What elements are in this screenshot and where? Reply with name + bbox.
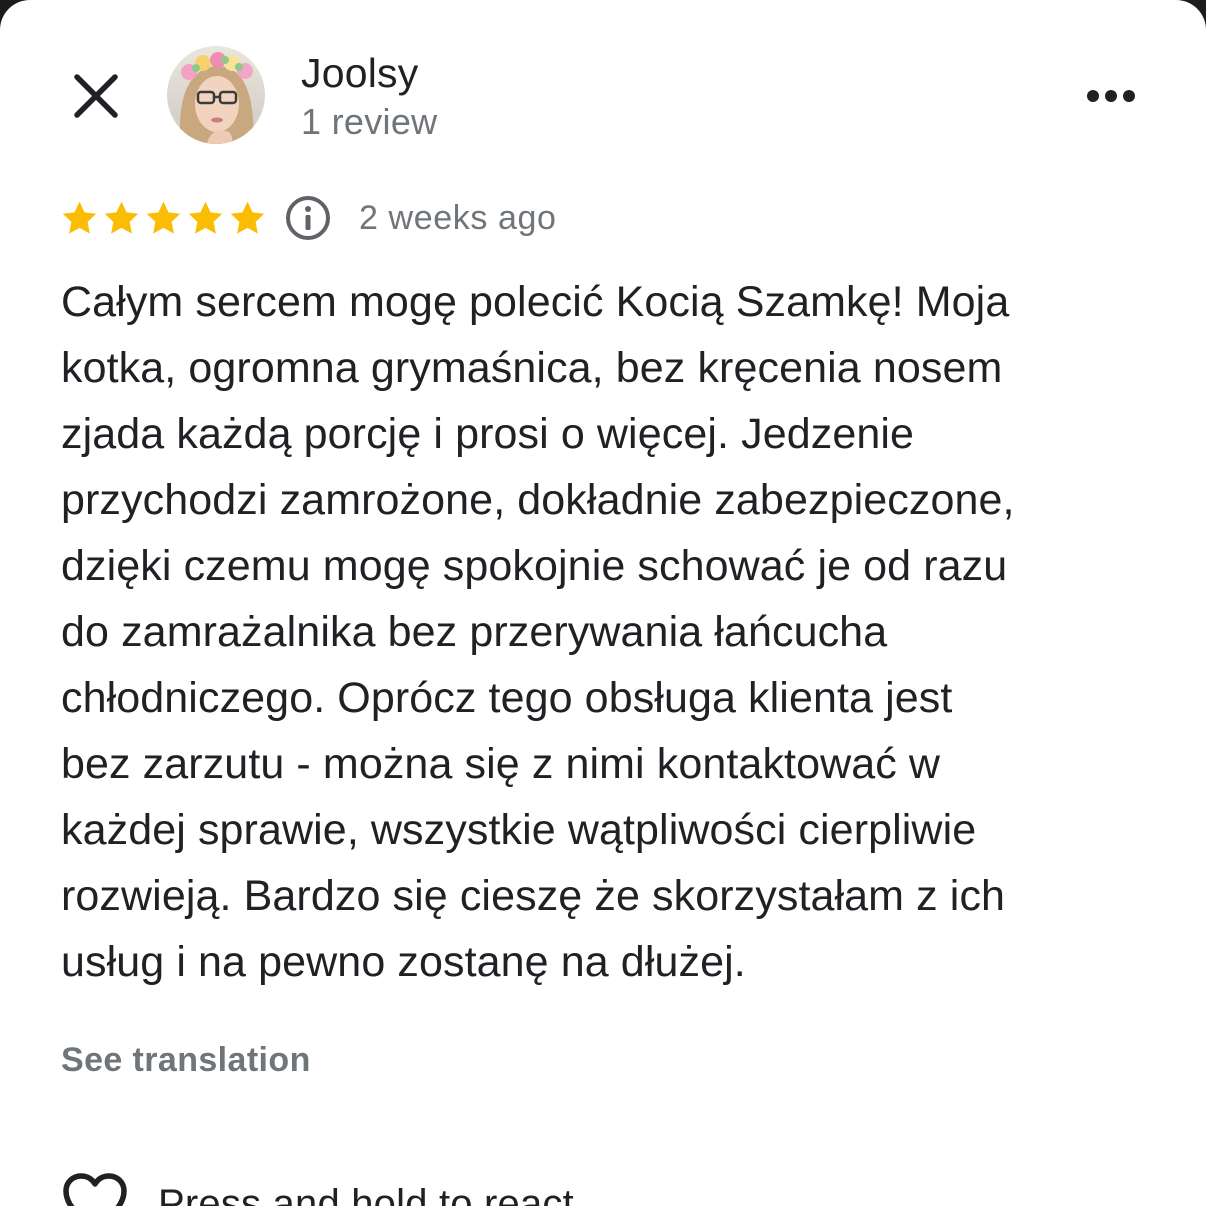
more-options-icon (1087, 90, 1099, 102)
user-name[interactable]: Joolsy (301, 50, 418, 97)
star-icon (104, 201, 139, 234)
review-text-line: zjada każdą porcję i prosi o więcej. Jed… (61, 410, 915, 458)
more-options-button[interactable] (1076, 70, 1146, 122)
info-button[interactable] (285, 195, 331, 241)
review-text-line: każdej sprawie, wszystkie wątpliwości ci… (61, 806, 977, 854)
review-text-line: dzięki czemu mogę spokojnie schować je o… (61, 542, 1008, 590)
star-icon (146, 201, 181, 234)
review-text-line: chłodniczego. Oprócz tego obsługa klient… (61, 674, 953, 722)
star-icon (230, 201, 265, 234)
heart-icon (63, 1173, 127, 1206)
more-options-icon-dot (1123, 90, 1135, 102)
close-icon (74, 74, 118, 118)
info-icon (286, 196, 330, 240)
review-text-line: usług i na pewno zostanę na dłużej. (61, 938, 746, 986)
star-rating (60, 199, 267, 238)
rating-row: 2 weeks ago (60, 190, 557, 246)
star-icon (62, 201, 97, 234)
review-text-line: do zamrażalnika bez przerywania łańcucha (61, 608, 888, 656)
react-button[interactable]: Press and hold to react (62, 1172, 574, 1206)
avatar[interactable] (167, 46, 265, 144)
close-button[interactable] (62, 62, 130, 130)
more-options-icon-dot (1105, 90, 1117, 102)
review-text-line: Całym sercem mogę polecić Kocią Szamkę! … (61, 278, 1010, 326)
review-sheet: Joolsy 1 review 2 weeks ago Całym sercem… (0, 0, 1206, 1206)
review-text-line: kotka, ogromna grymaśnica, bez kręcenia … (61, 344, 1003, 392)
review-text: Całym sercem mogę polecić Kocią Szamkę! … (61, 269, 1171, 995)
review-text-line: przychodzi zamrożone, dokładnie zabezpie… (61, 476, 1015, 524)
review-text-line: rozwieją. Bardzo się cieszę że skorzysta… (61, 872, 1006, 920)
star-icon (188, 201, 223, 234)
review-date: 2 weeks ago (359, 198, 557, 237)
react-label: Press and hold to react (158, 1182, 574, 1206)
user-review-count[interactable]: 1 review (301, 101, 437, 143)
see-translation-link[interactable]: See translation (61, 1041, 311, 1080)
review-text-line: bez zarzutu - można się z nimi kontaktow… (61, 740, 941, 788)
